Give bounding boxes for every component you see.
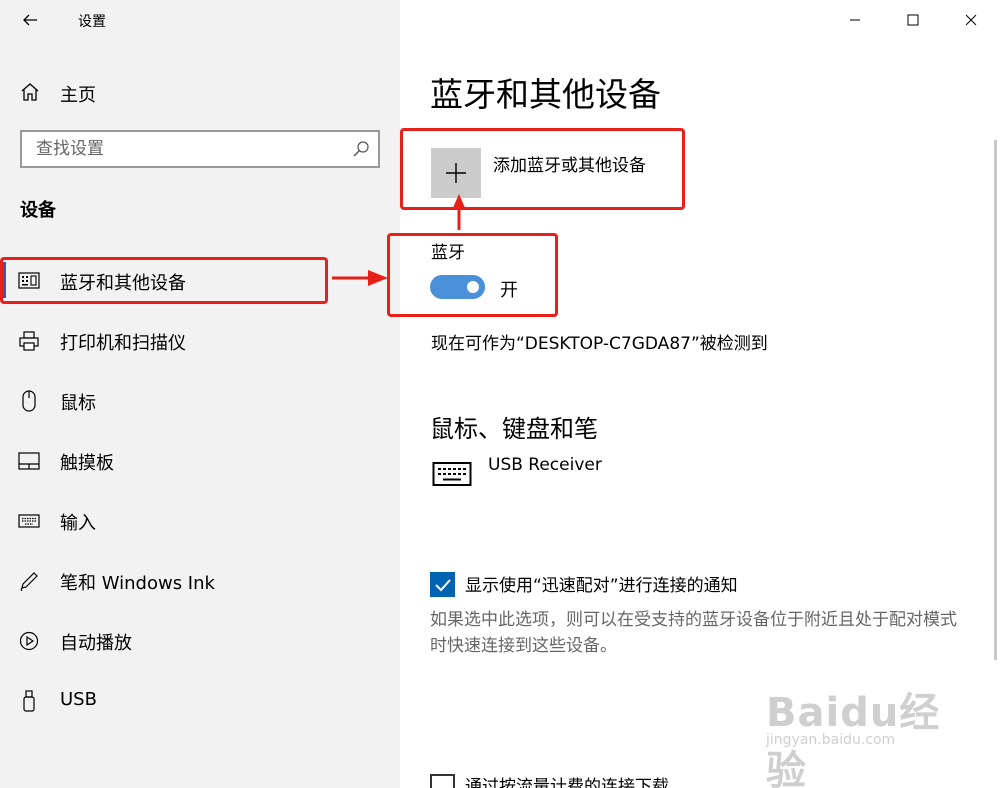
discoverable-text: 现在可作为“DESKTOP-C7GDA87”被检测到 <box>431 334 768 354</box>
sidebar-item-label: 笔和 Windows Ink <box>60 573 215 594</box>
watermark-url: jingyan.baidu.com <box>766 732 896 748</box>
sidebar-item-autoplay[interactable]: 自动播放 <box>0 610 400 670</box>
window-caption-buttons <box>826 0 1000 40</box>
back-button[interactable] <box>16 6 44 34</box>
swift-pair-label[interactable]: 显示使用“迅速配对”进行连接的通知 <box>465 571 738 596</box>
keyboard-icon <box>18 510 40 532</box>
sidebar-item-label: 打印机和扫描仪 <box>60 333 186 354</box>
mouse-keyboard-pen-heading: 鼠标、键盘和笔 <box>430 415 598 443</box>
sidebar-item-touchpad[interactable]: 触摸板 <box>0 430 400 490</box>
sidebar-item-mouse[interactable]: 鼠标 <box>0 370 400 430</box>
home-nav-item[interactable]: 主页 <box>0 72 400 112</box>
search-input[interactable] <box>22 132 342 166</box>
search-box[interactable] <box>20 130 380 168</box>
home-icon <box>20 82 40 106</box>
device-usb-receiver[interactable]: USB Receiver <box>488 455 602 475</box>
sidebar-item-usb[interactable]: USB <box>0 670 400 730</box>
page-title: 蓝牙和其他设备 <box>430 75 661 114</box>
scrollbar[interactable] <box>994 140 997 660</box>
sidebar-item-typing[interactable]: 输入 <box>0 490 400 550</box>
mouse-icon <box>18 390 40 412</box>
pen-icon <box>18 570 40 592</box>
back-arrow-icon <box>23 14 37 26</box>
nav-list: 蓝牙和其他设备 打印机和扫描仪 鼠标 触摸板 输入 笔和 Windows Ink… <box>0 250 400 730</box>
maximize-icon <box>907 14 919 26</box>
metered-download-checkbox[interactable] <box>430 774 455 788</box>
sidebar-item-label: 自动播放 <box>60 633 132 654</box>
maximize-button[interactable] <box>884 0 942 40</box>
close-button[interactable] <box>942 0 1000 40</box>
usb-icon <box>18 690 40 712</box>
minimize-button[interactable] <box>826 0 884 40</box>
annotation-highlight-nav <box>0 257 328 304</box>
touchpad-icon <box>18 450 40 472</box>
home-label: 主页 <box>60 85 96 106</box>
section-title: 设备 <box>20 200 56 221</box>
swift-pair-description: 如果选中此选项，则可以在受支持的蓝牙设备位于附近且处于配对模式时快速连接到这些设… <box>430 610 957 656</box>
checkmark-icon <box>434 578 451 591</box>
sidebar-item-label: USB <box>60 689 97 710</box>
sidebar-item-label: 输入 <box>60 513 96 534</box>
metered-download-label[interactable]: 通过按流量计费的连接下载 <box>465 772 669 788</box>
minimize-icon <box>850 19 860 21</box>
search-icon[interactable] <box>352 140 370 162</box>
annotation-highlight-add-device <box>400 128 685 210</box>
baidu-watermark: Baidu经验 jingyan.baidu.com <box>760 680 960 788</box>
close-icon <box>965 14 977 26</box>
sidebar-item-pen[interactable]: 笔和 Windows Ink <box>0 550 400 610</box>
annotation-highlight-bluetooth <box>387 233 558 317</box>
navigation-pane: 设置 主页 设备 <box>0 0 400 788</box>
swift-pair-checkbox[interactable] <box>430 572 455 597</box>
sidebar-item-printers[interactable]: 打印机和扫描仪 <box>0 310 400 370</box>
sidebar-item-label: 触摸板 <box>60 453 114 474</box>
printer-icon <box>18 330 40 352</box>
sidebar-item-label: 鼠标 <box>60 393 96 414</box>
autoplay-icon <box>18 630 40 652</box>
keyboard-icon <box>432 460 472 492</box>
app-title: 设置 <box>78 14 106 30</box>
